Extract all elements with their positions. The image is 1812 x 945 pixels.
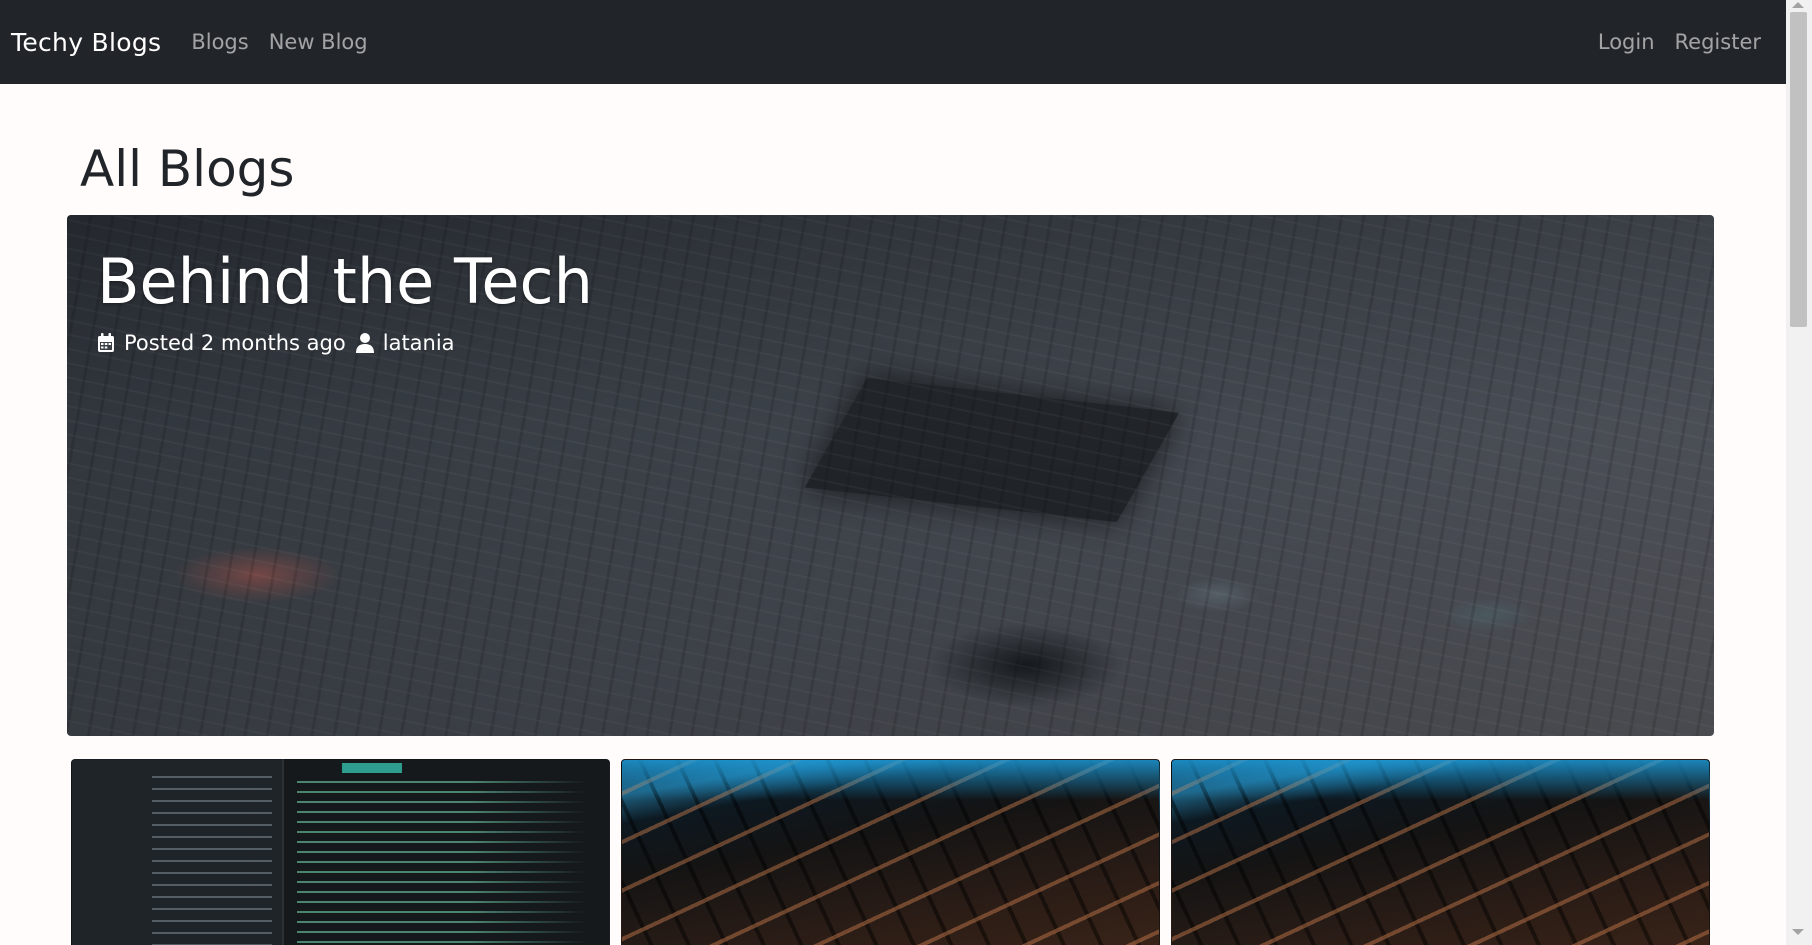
nav-link-register[interactable]: Register	[1665, 30, 1771, 54]
nav-link-blogs[interactable]: Blogs	[181, 30, 258, 54]
featured-blog-posted: Posted 2 months ago	[124, 331, 346, 355]
blog-card[interactable]	[621, 759, 1160, 945]
nav-link-login[interactable]: Login	[1588, 30, 1665, 54]
scrollbar-thumb[interactable]	[1790, 12, 1807, 327]
user-icon	[355, 333, 374, 353]
blog-card[interactable]	[1171, 759, 1710, 945]
scroll-down-arrow-icon[interactable]	[1792, 929, 1804, 935]
nav-auth-links: Login Register	[1588, 30, 1771, 54]
scroll-up-arrow-icon[interactable]	[1792, 2, 1804, 8]
featured-blog-meta: Posted 2 months ago latania	[97, 331, 455, 355]
calendar-icon	[98, 333, 114, 352]
top-navbar: Techy Blogs Blogs New Blog Login Registe…	[0, 0, 1786, 84]
blog-card[interactable]	[71, 759, 610, 945]
featured-blog-author[interactable]: latania	[383, 331, 455, 355]
featured-blog-card[interactable]: Behind the Tech Posted 2 months ago lata…	[67, 215, 1714, 736]
code-editor-image	[152, 770, 272, 945]
featured-blog-title[interactable]: Behind the Tech	[97, 245, 593, 318]
nav-link-new-blog[interactable]: New Blog	[259, 30, 378, 54]
page-title: All Blogs	[80, 140, 295, 198]
brand-logo[interactable]: Techy Blogs	[11, 28, 161, 57]
